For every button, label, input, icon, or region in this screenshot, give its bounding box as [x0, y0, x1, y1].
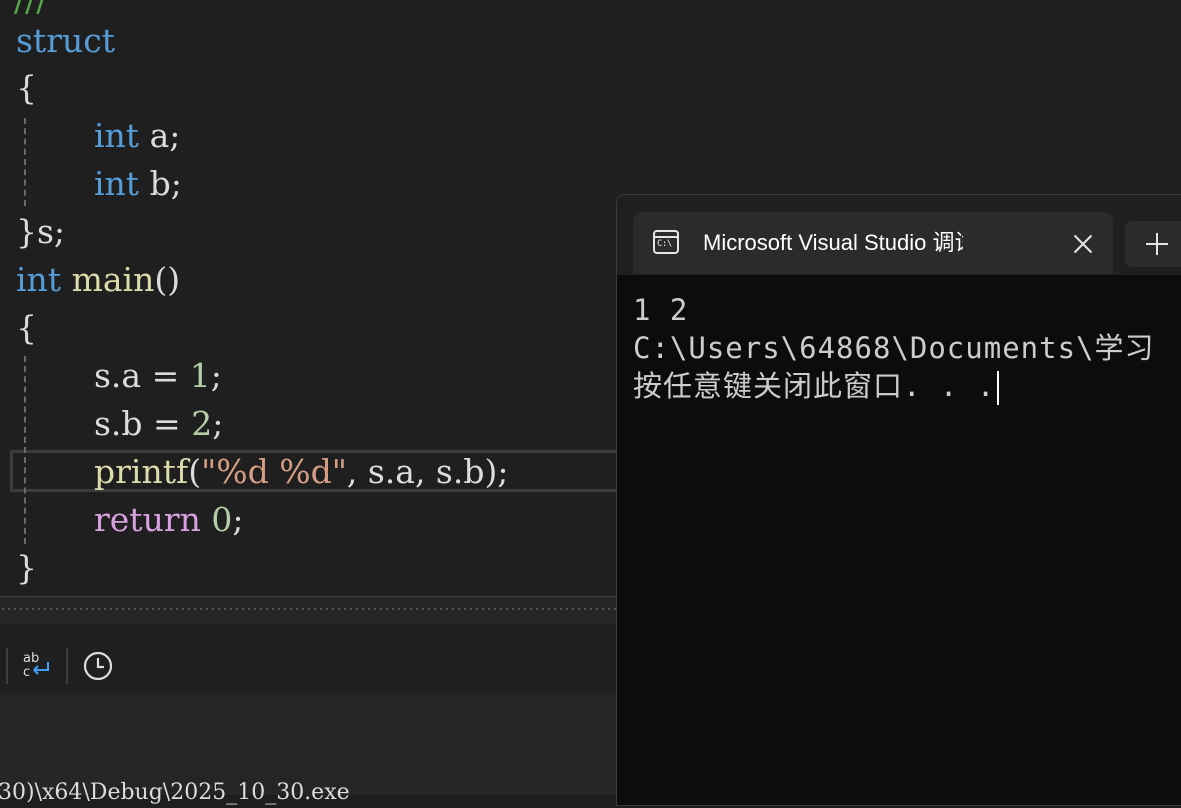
svg-text:c: c	[23, 665, 30, 680]
toolbar-separator	[6, 648, 8, 684]
console-icon: C:\	[653, 230, 679, 254]
terminal-output[interactable]: 1 2 C:\Users\64868\Documents\学习 按任意键关闭此窗…	[617, 275, 1181, 805]
clock-icon[interactable]	[82, 650, 114, 682]
code-line-int-b: int b;	[94, 164, 182, 203]
terminal-line: 1 2	[633, 293, 689, 327]
toolbar-separator	[66, 648, 68, 684]
panel-splitter[interactable]	[0, 596, 620, 624]
code-line-int-a: int a;	[94, 116, 181, 155]
code-line-printf: printf("%d %d", s.a, s.b);	[94, 452, 509, 491]
code-line-open-brace-main: {	[16, 308, 37, 347]
terminal-tab[interactable]: C:\ Microsoft Visual Studio 调试控制台	[633, 212, 1113, 274]
text-cursor	[997, 371, 1000, 405]
code-line-assign-a: s.a = 1;	[94, 356, 222, 395]
output-text: 30)\x64\Debug\2025_10_30.exe	[0, 780, 350, 805]
terminal-line-prompt: 按任意键关闭此窗口. . .	[633, 367, 1000, 405]
code-line-close-main: }	[16, 548, 37, 587]
new-tab-button[interactable]	[1125, 221, 1181, 267]
code-line-struct: struct	[16, 17, 115, 65]
terminal-titlebar[interactable]: C:\ Microsoft Visual Studio 调试控制台	[617, 195, 1181, 275]
word-wrap-icon[interactable]: ab c	[20, 648, 56, 684]
keyword-struct: struct	[16, 21, 115, 60]
code-line-main: int main()	[16, 260, 181, 299]
svg-text:ab: ab	[23, 651, 39, 666]
code-line-close-struct: }s;	[16, 212, 66, 251]
code-line-open-brace: {	[16, 68, 37, 107]
indent-guide-struct	[24, 118, 26, 206]
close-icon[interactable]	[1069, 230, 1097, 258]
output-toolbar: ab c	[0, 624, 620, 692]
terminal-tab-title: Microsoft Visual Studio 调试控制台	[703, 230, 963, 255]
code-line-return: return 0;	[94, 500, 244, 539]
panel-divider	[0, 596, 620, 597]
terminal-line: C:\Users\64868\Documents\学习	[633, 331, 1155, 365]
code-line-assign-b: s.b = 2;	[94, 404, 224, 443]
indent-guide-main	[24, 356, 26, 544]
debug-console-window[interactable]: C:\ Microsoft Visual Studio 调试控制台 1 2 C:…	[616, 194, 1181, 806]
